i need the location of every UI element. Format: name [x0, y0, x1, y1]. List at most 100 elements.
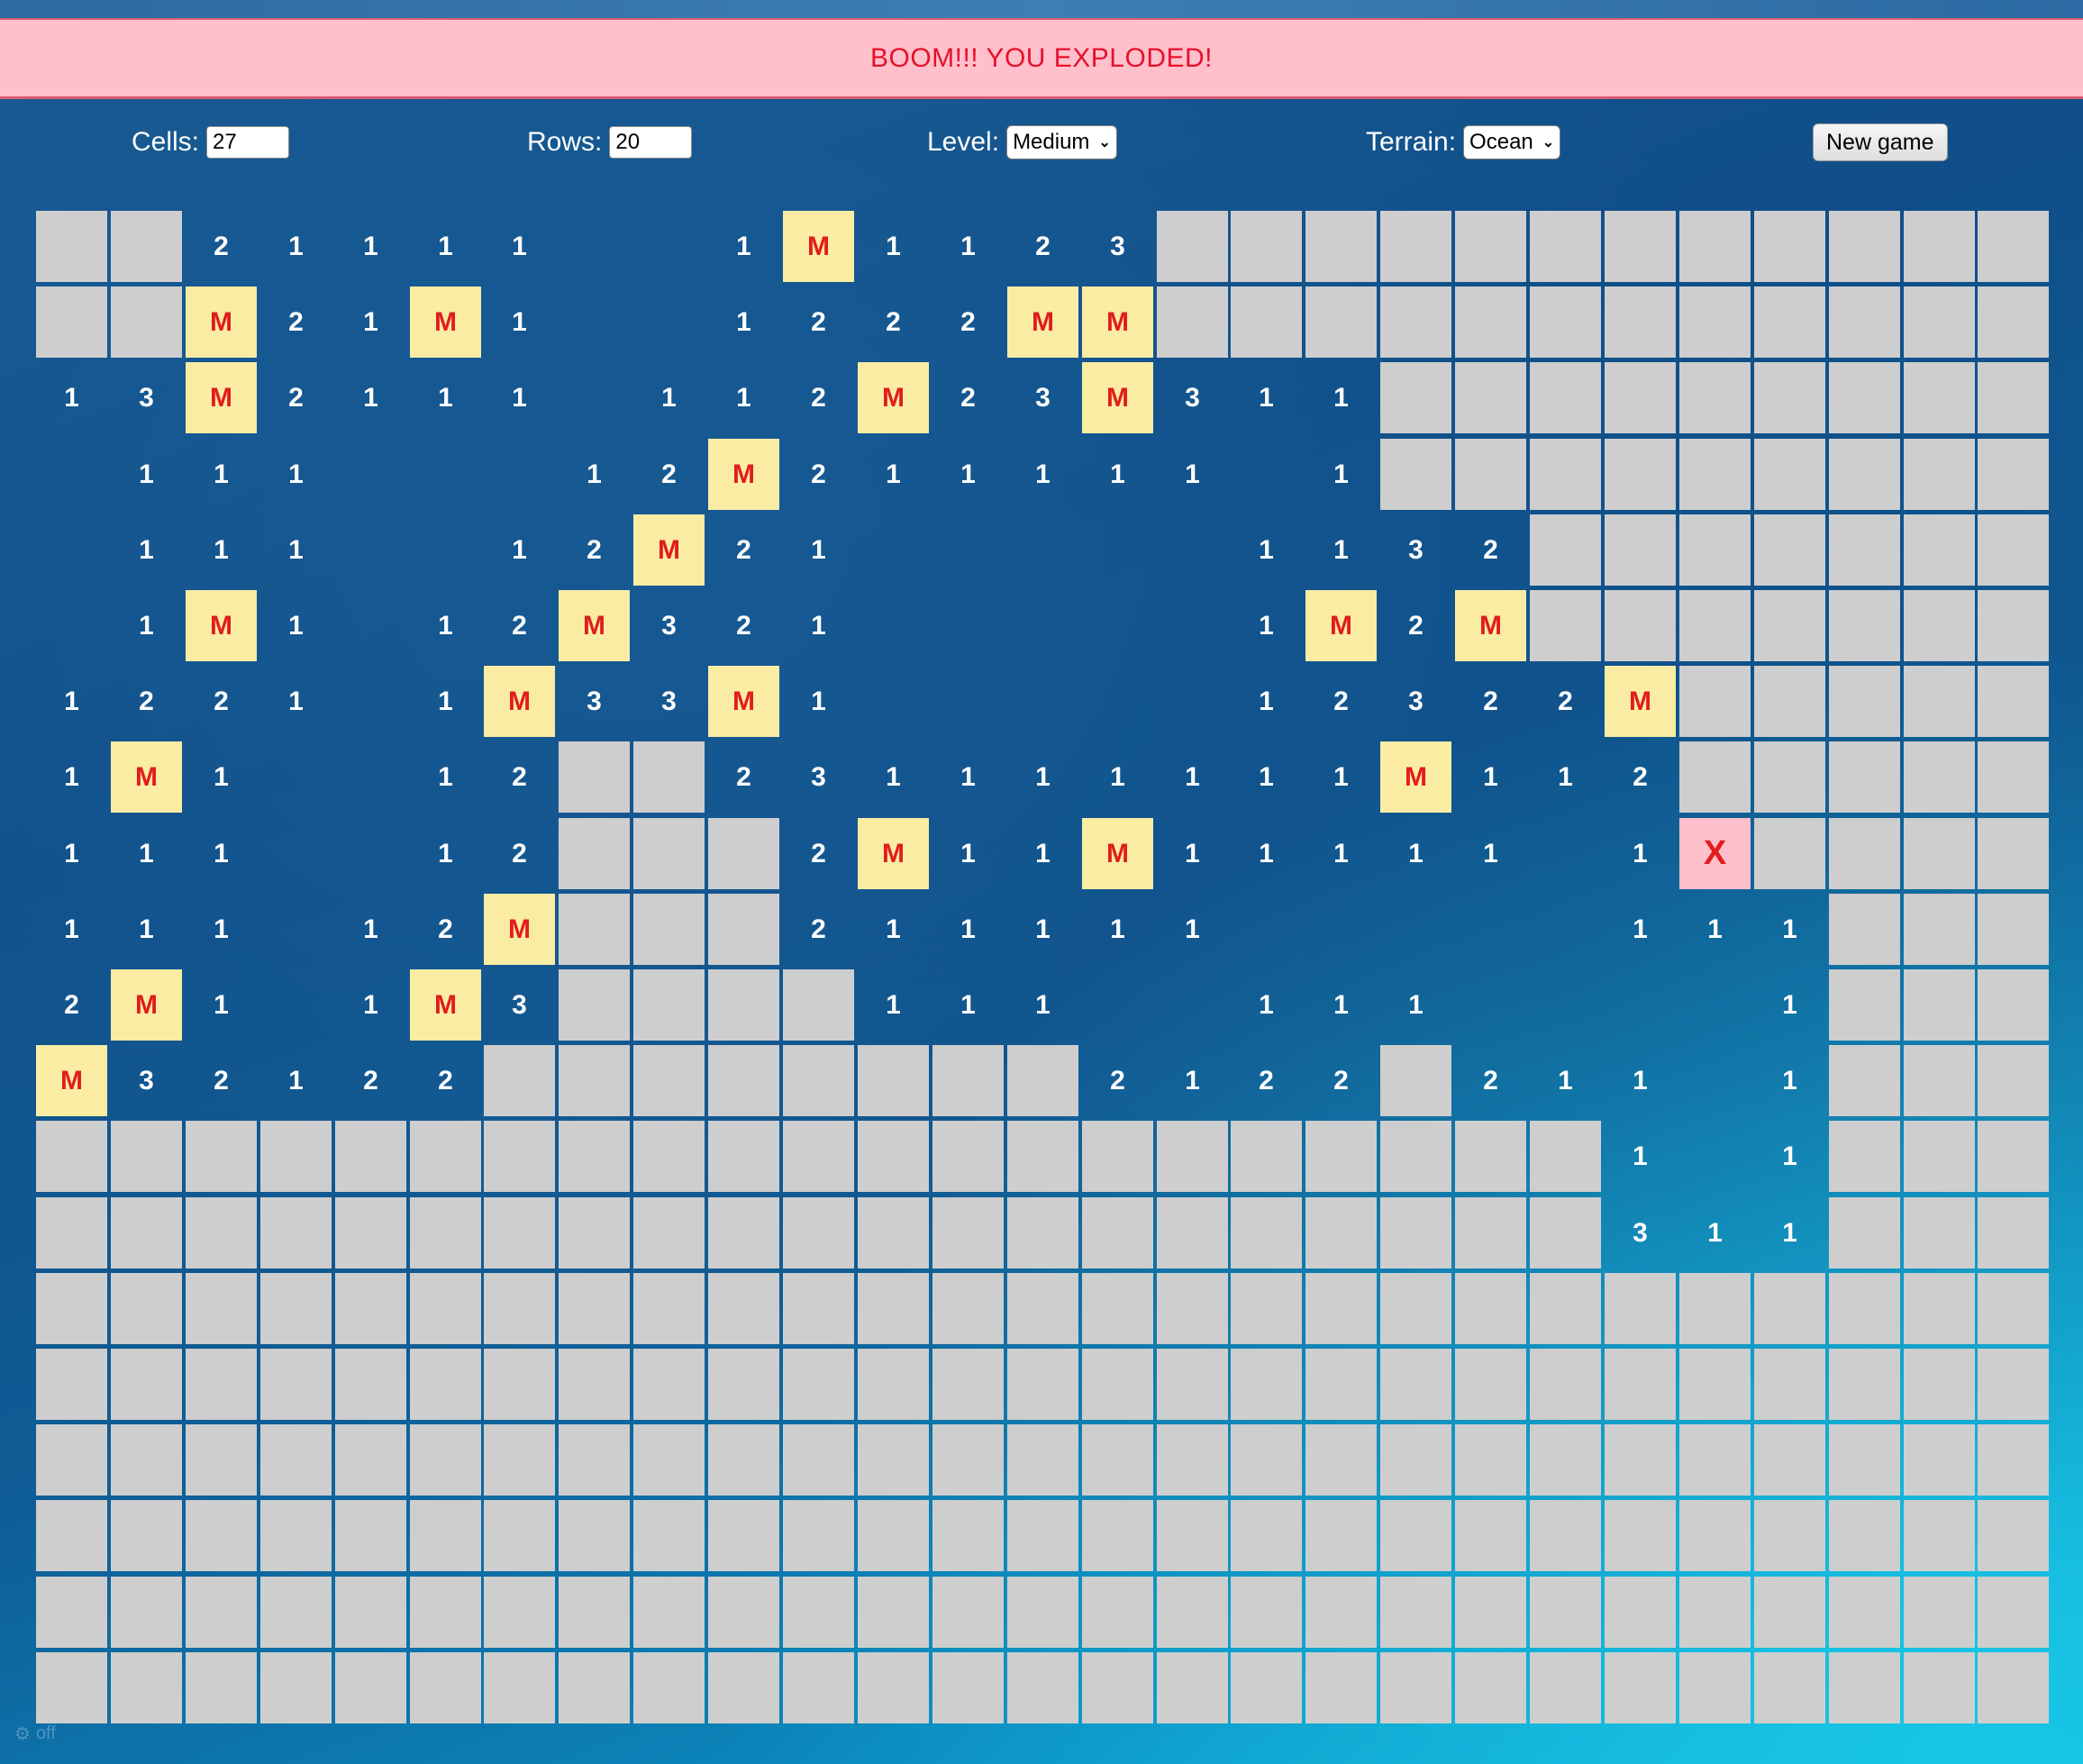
hidden-cell[interactable]: [186, 1273, 257, 1344]
hidden-cell[interactable]: [783, 969, 854, 1041]
hidden-cell[interactable]: [1754, 1577, 1825, 1648]
hidden-cell[interactable]: [559, 1197, 630, 1268]
hidden-cell[interactable]: [1455, 286, 1526, 358]
hidden-cell[interactable]: [36, 1121, 107, 1192]
hidden-cell[interactable]: [783, 1424, 854, 1496]
hidden-cell[interactable]: [260, 1349, 332, 1420]
new-game-button[interactable]: New game: [1813, 123, 1948, 161]
hidden-cell[interactable]: [1978, 362, 2049, 433]
hidden-cell[interactable]: [708, 1500, 779, 1571]
hidden-cell[interactable]: [1754, 1652, 1825, 1723]
hidden-cell[interactable]: [1904, 1577, 1975, 1648]
hidden-cell[interactable]: [1904, 286, 1975, 358]
hidden-cell[interactable]: [1007, 1652, 1078, 1723]
hidden-cell[interactable]: [1978, 1652, 2049, 1723]
hidden-cell[interactable]: [1305, 1349, 1377, 1420]
hidden-cell[interactable]: [1679, 211, 1751, 282]
hidden-cell[interactable]: [36, 1652, 107, 1723]
hidden-cell[interactable]: [1231, 1652, 1302, 1723]
hidden-cell[interactable]: [36, 1500, 107, 1571]
hidden-cell[interactable]: [708, 818, 779, 889]
hidden-cell[interactable]: [708, 1652, 779, 1723]
hidden-cell[interactable]: [1530, 1121, 1601, 1192]
hidden-cell[interactable]: [1829, 286, 1900, 358]
hidden-cell[interactable]: [932, 1652, 1004, 1723]
hidden-cell[interactable]: [1455, 1349, 1526, 1420]
hidden-cell[interactable]: [1007, 1500, 1078, 1571]
hidden-cell[interactable]: [1605, 590, 1676, 661]
hidden-cell[interactable]: [335, 1577, 406, 1648]
hidden-cell[interactable]: [1904, 1045, 1975, 1116]
hidden-cell[interactable]: [1978, 1045, 2049, 1116]
hidden-cell[interactable]: [1380, 211, 1451, 282]
hidden-cell[interactable]: [1530, 1349, 1601, 1420]
hidden-cell[interactable]: [1455, 211, 1526, 282]
hidden-cell[interactable]: [1157, 1273, 1228, 1344]
hidden-cell[interactable]: [633, 1577, 705, 1648]
hidden-cell[interactable]: [1754, 514, 1825, 586]
hidden-cell[interactable]: [708, 1121, 779, 1192]
hidden-cell[interactable]: [1754, 362, 1825, 433]
hidden-cell[interactable]: [858, 1577, 929, 1648]
hidden-cell[interactable]: [1380, 1197, 1451, 1268]
hidden-cell[interactable]: [932, 1500, 1004, 1571]
hidden-cell[interactable]: [484, 1424, 555, 1496]
hidden-cell[interactable]: [111, 1652, 182, 1723]
hidden-cell[interactable]: [858, 1652, 929, 1723]
hidden-cell[interactable]: [1530, 1197, 1601, 1268]
hidden-cell[interactable]: [1231, 1349, 1302, 1420]
hidden-cell[interactable]: [1829, 1349, 1900, 1420]
hidden-cell[interactable]: [1904, 969, 1975, 1041]
hidden-cell[interactable]: [633, 1424, 705, 1496]
hidden-cell[interactable]: [186, 1349, 257, 1420]
hidden-cell[interactable]: [932, 1273, 1004, 1344]
hidden-cell[interactable]: [1904, 666, 1975, 737]
hidden-cell[interactable]: [1978, 818, 2049, 889]
hidden-cell[interactable]: [484, 1121, 555, 1192]
hidden-cell[interactable]: [1455, 439, 1526, 510]
hidden-cell[interactable]: [1904, 1349, 1975, 1420]
hidden-cell[interactable]: [1380, 1121, 1451, 1192]
hidden-cell[interactable]: [1530, 211, 1601, 282]
hidden-cell[interactable]: [36, 1273, 107, 1344]
hidden-cell[interactable]: [260, 1577, 332, 1648]
hidden-cell[interactable]: [1157, 1349, 1228, 1420]
hidden-cell[interactable]: [858, 1500, 929, 1571]
hidden-cell[interactable]: [1305, 1577, 1377, 1648]
hidden-cell[interactable]: [1829, 1197, 1900, 1268]
hidden-cell[interactable]: [1082, 1273, 1153, 1344]
hidden-cell[interactable]: [559, 1045, 630, 1116]
hidden-cell[interactable]: [1305, 1197, 1377, 1268]
hidden-cell[interactable]: [1380, 1424, 1451, 1496]
hidden-cell[interactable]: [1679, 1652, 1751, 1723]
hidden-cell[interactable]: [1754, 818, 1825, 889]
hidden-cell[interactable]: [1530, 362, 1601, 433]
hidden-cell[interactable]: [1978, 1121, 2049, 1192]
hidden-cell[interactable]: [111, 1577, 182, 1648]
hidden-cell[interactable]: [1978, 1424, 2049, 1496]
hidden-cell[interactable]: [1530, 1500, 1601, 1571]
hidden-cell[interactable]: [335, 1349, 406, 1420]
hidden-cell[interactable]: [783, 1045, 854, 1116]
hidden-cell[interactable]: [1978, 1577, 2049, 1648]
hidden-cell[interactable]: [932, 1045, 1004, 1116]
hidden-cell[interactable]: [111, 1273, 182, 1344]
hidden-cell[interactable]: [1904, 1424, 1975, 1496]
hidden-cell[interactable]: [1978, 1349, 2049, 1420]
hidden-cell[interactable]: [633, 969, 705, 1041]
level-select[interactable]: Medium ⌄: [1006, 125, 1117, 159]
hidden-cell[interactable]: [1978, 741, 2049, 813]
hidden-cell[interactable]: [1305, 1424, 1377, 1496]
hidden-cell[interactable]: [1978, 1197, 2049, 1268]
hidden-cell[interactable]: [1605, 362, 1676, 433]
hidden-cell[interactable]: [1082, 1577, 1153, 1648]
hidden-cell[interactable]: [1829, 1273, 1900, 1344]
hidden-cell[interactable]: [783, 1273, 854, 1344]
hidden-cell[interactable]: [484, 1500, 555, 1571]
hidden-cell[interactable]: [783, 1500, 854, 1571]
hidden-cell[interactable]: [111, 1197, 182, 1268]
hidden-cell[interactable]: [932, 1577, 1004, 1648]
hidden-cell[interactable]: [1904, 514, 1975, 586]
hidden-cell[interactable]: [1829, 514, 1900, 586]
hidden-cell[interactable]: [708, 1273, 779, 1344]
